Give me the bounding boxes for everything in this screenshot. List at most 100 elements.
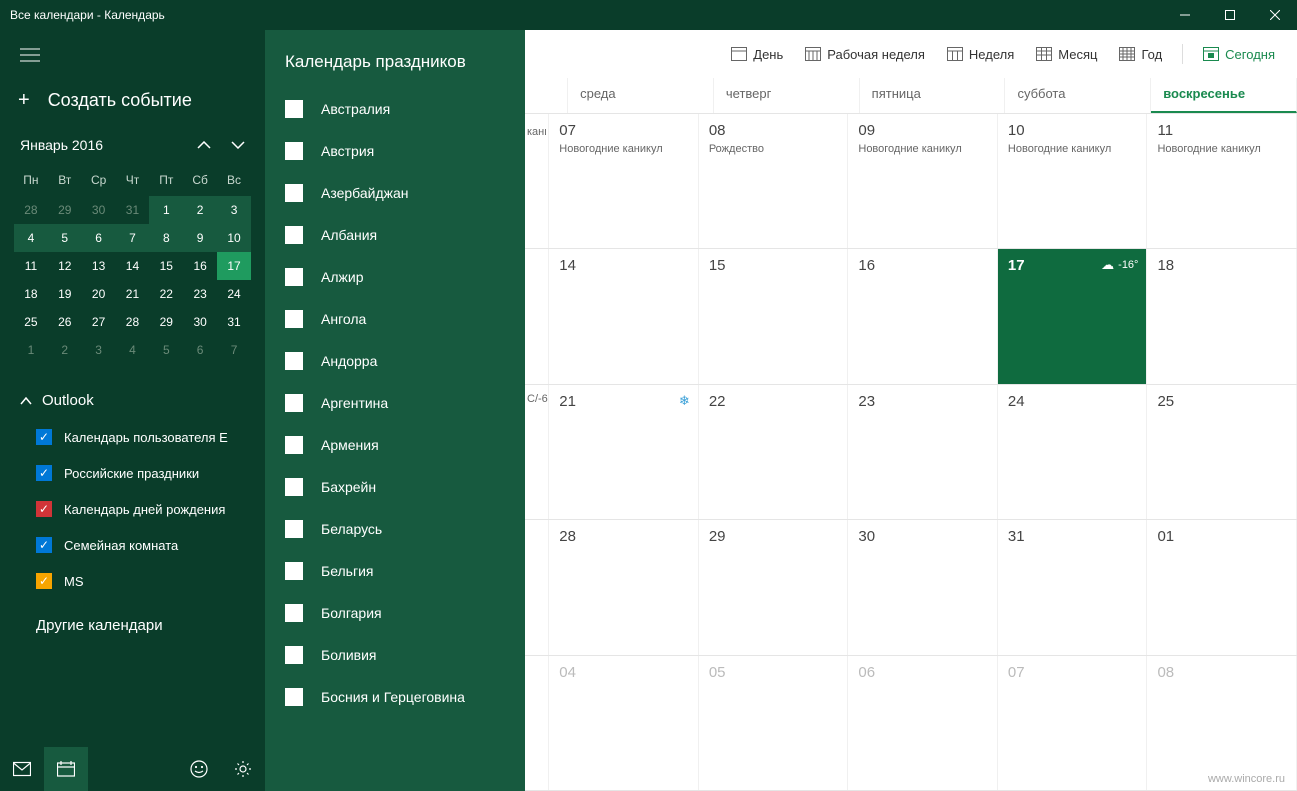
mini-day[interactable]: 8 bbox=[149, 224, 183, 252]
calendar-item[interactable]: Семейная комната bbox=[36, 527, 265, 563]
day-cell[interactable]: 22 bbox=[699, 385, 849, 519]
day-cell[interactable]: 24 bbox=[998, 385, 1148, 519]
calendar-item[interactable]: MS bbox=[36, 563, 265, 599]
day-cell[interactable]: 30 bbox=[848, 520, 998, 654]
mini-day[interactable]: 30 bbox=[183, 308, 217, 336]
mini-day[interactable]: 1 bbox=[14, 336, 48, 364]
day-cell[interactable]: 29 bbox=[699, 520, 849, 654]
holiday-item[interactable]: Армения bbox=[265, 424, 525, 466]
checkbox-icon[interactable] bbox=[285, 436, 303, 454]
holiday-item[interactable]: Австралия bbox=[265, 88, 525, 130]
settings-button[interactable] bbox=[221, 747, 265, 791]
mini-day[interactable]: 25 bbox=[14, 308, 48, 336]
day-cell[interactable]: 11Новогодние каникул bbox=[1147, 114, 1297, 248]
day-cell[interactable]: 07 bbox=[998, 656, 1148, 790]
day-cell[interactable] bbox=[525, 656, 549, 790]
day-cell[interactable]: 10Новогодние каникул bbox=[998, 114, 1148, 248]
mini-day[interactable]: 31 bbox=[116, 196, 150, 224]
day-cell[interactable]: 15 bbox=[699, 249, 849, 383]
mini-day[interactable]: 29 bbox=[48, 196, 82, 224]
mini-day[interactable]: 3 bbox=[217, 196, 251, 224]
day-cell[interactable]: 14 bbox=[549, 249, 699, 383]
holiday-item[interactable]: Алжир bbox=[265, 256, 525, 298]
mini-day[interactable]: 4 bbox=[14, 224, 48, 252]
view-month-button[interactable]: Месяц bbox=[1034, 43, 1099, 66]
checkbox-icon[interactable] bbox=[285, 142, 303, 160]
view-day-button[interactable]: День bbox=[729, 43, 785, 66]
holiday-item[interactable]: Болгария bbox=[265, 592, 525, 634]
maximize-button[interactable] bbox=[1207, 0, 1252, 30]
mini-day[interactable]: 28 bbox=[116, 308, 150, 336]
checkbox-icon[interactable] bbox=[285, 184, 303, 202]
calendar-item[interactable]: Российские праздники bbox=[36, 455, 265, 491]
next-month-button[interactable] bbox=[227, 132, 249, 158]
checkbox-icon[interactable] bbox=[285, 394, 303, 412]
hamburger-button[interactable] bbox=[0, 30, 265, 77]
mini-day[interactable]: 21 bbox=[116, 280, 150, 308]
minimize-button[interactable] bbox=[1162, 0, 1207, 30]
mini-day[interactable]: 20 bbox=[82, 280, 116, 308]
mini-day[interactable]: 9 bbox=[183, 224, 217, 252]
checkbox-icon[interactable] bbox=[285, 268, 303, 286]
mini-day[interactable]: 16 bbox=[183, 252, 217, 280]
mini-day[interactable]: 27 bbox=[82, 308, 116, 336]
holiday-item[interactable]: Ангола bbox=[265, 298, 525, 340]
day-cell[interactable]: 17☁ -16° bbox=[998, 249, 1148, 383]
checkbox-icon[interactable] bbox=[36, 429, 52, 445]
mini-day[interactable]: 30 bbox=[82, 196, 116, 224]
checkbox-icon[interactable] bbox=[285, 100, 303, 118]
calendar-item[interactable]: Календарь пользователя E bbox=[36, 419, 265, 455]
mini-day[interactable]: 17 bbox=[217, 252, 251, 280]
mini-day[interactable]: 5 bbox=[149, 336, 183, 364]
day-cell[interactable]: 25 bbox=[1147, 385, 1297, 519]
mini-day[interactable]: 10 bbox=[217, 224, 251, 252]
holiday-item[interactable]: Азербайджан bbox=[265, 172, 525, 214]
day-cell[interactable]: 21❄ bbox=[549, 385, 699, 519]
view-year-button[interactable]: Год bbox=[1117, 43, 1164, 66]
day-cell[interactable]: 16 bbox=[848, 249, 998, 383]
mail-button[interactable] bbox=[0, 747, 44, 791]
holiday-item[interactable]: Бельгия bbox=[265, 550, 525, 592]
mini-day[interactable]: 13 bbox=[82, 252, 116, 280]
day-cell[interactable]: 01 bbox=[1147, 520, 1297, 654]
mini-day[interactable]: 3 bbox=[82, 336, 116, 364]
holiday-item[interactable]: Австрия bbox=[265, 130, 525, 172]
day-cell[interactable]: 18 bbox=[1147, 249, 1297, 383]
mini-day[interactable]: 7 bbox=[217, 336, 251, 364]
day-cell[interactable]: каникул bbox=[525, 114, 549, 248]
day-cell[interactable]: 28 bbox=[549, 520, 699, 654]
day-cell[interactable]: 09Новогодние каникул bbox=[848, 114, 998, 248]
mini-day[interactable]: 11 bbox=[14, 252, 48, 280]
calendar-button[interactable] bbox=[44, 747, 88, 791]
checkbox-icon[interactable] bbox=[36, 537, 52, 553]
mini-day[interactable]: 2 bbox=[48, 336, 82, 364]
mini-day[interactable]: 18 bbox=[14, 280, 48, 308]
view-today-button[interactable]: Сегодня bbox=[1201, 43, 1277, 66]
mini-day[interactable]: 26 bbox=[48, 308, 82, 336]
checkbox-icon[interactable] bbox=[285, 646, 303, 664]
mini-day[interactable]: 19 bbox=[48, 280, 82, 308]
holiday-item[interactable]: Аргентина bbox=[265, 382, 525, 424]
holiday-item[interactable]: Беларусь bbox=[265, 508, 525, 550]
mini-day[interactable]: 12 bbox=[48, 252, 82, 280]
mini-day[interactable]: 15 bbox=[149, 252, 183, 280]
holiday-item[interactable]: Бахрейн bbox=[265, 466, 525, 508]
day-cell[interactable]: 05 bbox=[699, 656, 849, 790]
checkbox-icon[interactable] bbox=[36, 573, 52, 589]
day-cell[interactable]: 07Новогодние каникул bbox=[549, 114, 699, 248]
mini-day[interactable]: 4 bbox=[116, 336, 150, 364]
day-cell[interactable]: 23 bbox=[848, 385, 998, 519]
holiday-item[interactable]: Андорра bbox=[265, 340, 525, 382]
mini-day[interactable]: 31 bbox=[217, 308, 251, 336]
holiday-item[interactable]: Боливия bbox=[265, 634, 525, 676]
mini-day[interactable]: 28 bbox=[14, 196, 48, 224]
day-cell[interactable]: 06 bbox=[848, 656, 998, 790]
holiday-item[interactable]: Босния и Герцеговина bbox=[265, 676, 525, 718]
mini-day[interactable]: 23 bbox=[183, 280, 217, 308]
checkbox-icon[interactable] bbox=[285, 352, 303, 370]
mini-day[interactable]: 1 bbox=[149, 196, 183, 224]
mini-day[interactable]: 22 bbox=[149, 280, 183, 308]
day-cell[interactable]: С/-6°C bbox=[525, 385, 549, 519]
checkbox-icon[interactable] bbox=[285, 562, 303, 580]
day-cell[interactable]: 08 bbox=[1147, 656, 1297, 790]
